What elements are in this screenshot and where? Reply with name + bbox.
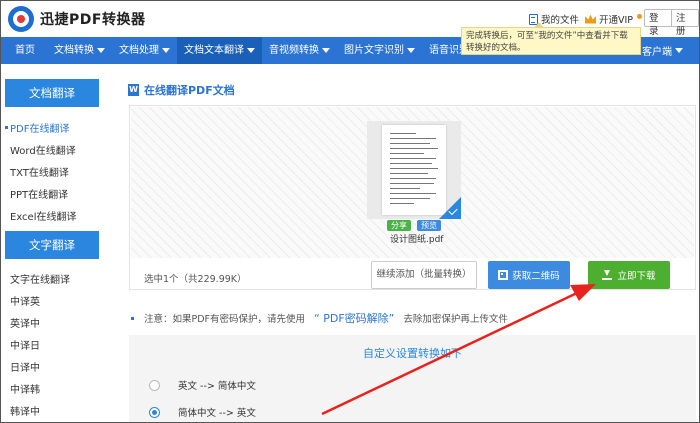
file-name: 设计图纸.pdf	[390, 235, 444, 245]
preview-button[interactable]: 预览	[417, 220, 441, 231]
sidebar-group-text-translate: 文字翻译	[5, 231, 99, 259]
my-files-label: 我的文件	[541, 15, 580, 26]
nav-av-convert[interactable]: 音视频转换	[262, 37, 337, 64]
sidebar-item-zh-ko[interactable]: 中译韩	[10, 381, 40, 396]
caret-down-icon	[407, 48, 415, 53]
option-en-to-zh-label: 英文 --> 简体中文	[178, 381, 256, 392]
nav-doc-convert[interactable]: 文档转换	[47, 37, 112, 64]
nav-client-label: 客户端	[642, 47, 672, 58]
my-files-tooltip: 完成转换后，可至“我的文件”中查看并下载转换好的文档。	[461, 22, 641, 55]
nav-home[interactable]: 首页	[1, 37, 47, 64]
radio-zh-to-en[interactable]	[149, 406, 160, 418]
nav-ocr-label: 图片文字识别	[344, 45, 404, 56]
sidebar-item-txt-translate[interactable]: TXT在线翻译	[10, 164, 69, 179]
sidebar-item-zh-en[interactable]: 中译英	[10, 293, 40, 308]
register-button[interactable]: 注册	[672, 10, 698, 37]
nav-ocr[interactable]: 图片文字识别	[337, 37, 422, 64]
page-title-label: 在线翻译PDF文档	[144, 84, 235, 97]
radio-en-to-zh[interactable]	[149, 379, 160, 391]
download-label: 立即下载	[617, 271, 656, 282]
qr-code-icon	[498, 270, 509, 280]
caret-down-icon	[97, 48, 105, 53]
nav-doc-process[interactable]: 文档处理	[112, 37, 177, 64]
share-button[interactable]: 分享	[387, 220, 411, 231]
conversion-settings: 自定义设置转换如下 英文 --> 简体中文 简体中文 --> 英文	[129, 335, 696, 422]
sidebar-item-word-translate[interactable]: Word在线翻译	[10, 142, 76, 157]
option-zh-to-en-label: 简体中文 --> 英文	[178, 408, 256, 419]
sidebar-group-doc-translate: 文档翻译	[5, 79, 99, 107]
sidebar-item-ko-zh[interactable]: 韩译中	[10, 403, 40, 418]
password-notice: 注意：如果PDF有密码保护，请先使用 “ PDF密码解除” 去除加密保护再上传文…	[131, 310, 508, 326]
sidebar-item-zh-ja[interactable]: 中译日	[10, 337, 40, 352]
pdf-thumbnail	[382, 125, 446, 215]
notice-bullet	[131, 316, 134, 320]
settings-title: 自定义设置转换如下	[363, 347, 462, 360]
caret-down-icon	[162, 48, 170, 53]
login-button[interactable]: 登录	[645, 10, 671, 37]
nav-doc-convert-label: 文档转换	[54, 45, 94, 56]
option-zh-to-en[interactable]: 简体中文 --> 英文	[149, 405, 256, 419]
sidebar-item-en-zh[interactable]: 英译中	[10, 315, 40, 330]
caret-down-icon	[247, 48, 255, 53]
sidebar-item-text-translate[interactable]: 文字在线翻译	[10, 271, 70, 286]
get-qr-label: 获取二维码	[512, 271, 560, 282]
notice-suffix: 去除加密保护再上传文件	[403, 314, 508, 325]
download-icon	[602, 270, 613, 280]
nav-doc-process-label: 文档处理	[119, 45, 159, 56]
vip-label: 开通VIP	[599, 15, 634, 26]
get-qr-button[interactable]: 获取二维码	[488, 261, 570, 289]
crown-icon	[585, 14, 596, 24]
nav-translate[interactable]: 文档文本翻译	[177, 37, 262, 64]
selected-info: 选中1个（共229.99K）	[144, 274, 247, 285]
download-button[interactable]: 立即下载	[588, 261, 670, 289]
nav-av-convert-label: 音视频转换	[269, 45, 319, 56]
active-indicator	[5, 126, 8, 129]
page-title: W 在线翻译PDF文档	[128, 82, 235, 98]
file-card[interactable]	[367, 121, 461, 219]
notice-prefix: 注意：如果PDF有密码保护，请先使用	[144, 314, 306, 325]
vip-badge-dot	[637, 13, 643, 19]
pdf-unlock-link[interactable]: “ PDF密码解除”	[314, 310, 394, 326]
app-logo-icon[interactable]	[8, 6, 34, 32]
auth-buttons: 登录 注册	[644, 9, 699, 37]
sidebar-item-ppt-translate[interactable]: PPT在线翻译	[10, 186, 68, 201]
nav-client[interactable]: 客户端	[642, 37, 683, 64]
sidebar-item-pdf-translate[interactable]: PDF在线翻译	[10, 120, 69, 135]
sidebar-item-ja-zh[interactable]: 日译中	[10, 359, 40, 374]
option-en-to-zh[interactable]: 英文 --> 简体中文	[149, 378, 256, 392]
sidebar-item-excel-translate[interactable]: Excel在线翻译	[10, 208, 77, 223]
continue-add-button[interactable]: 继续添加（批量转换）	[371, 261, 477, 289]
nav-translate-label: 文档文本翻译	[184, 45, 244, 56]
upload-area: 分享 预览 设计图纸.pdf 选中1个（共229.99K） 继续添加（批量转换）…	[129, 105, 696, 290]
document-w-icon: W	[128, 84, 139, 96]
vip-link[interactable]: 开通VIP	[585, 12, 643, 26]
nav-home-label: 首页	[15, 45, 35, 56]
file-drop-zone[interactable]: 分享 预览 设计图纸.pdf	[131, 107, 694, 258]
caret-down-icon	[322, 48, 330, 53]
brand-name[interactable]: 迅捷PDF转换器	[40, 9, 145, 29]
caret-down-icon	[675, 48, 683, 53]
